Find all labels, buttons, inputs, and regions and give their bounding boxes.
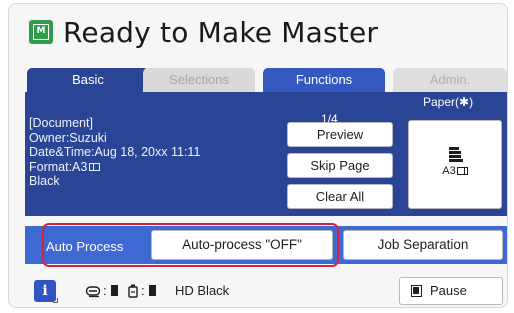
paper-orientation-icon bbox=[456, 167, 468, 175]
auto-process-button[interactable]: Auto-process "OFF" bbox=[151, 230, 333, 260]
document-owner: Owner:Suzuki bbox=[29, 130, 107, 145]
page-title: Ready to Make Master bbox=[63, 15, 379, 49]
basic-panel: [Document] Owner:Suzuki Date&Time:Aug 18… bbox=[25, 92, 507, 216]
info-corner-icon bbox=[53, 298, 58, 303]
clear-all-button[interactable]: Clear All bbox=[287, 184, 393, 209]
ink-color-icon bbox=[148, 285, 156, 296]
tab-functions[interactable]: Functions bbox=[263, 68, 385, 92]
tab-selections[interactable]: Selections bbox=[143, 68, 255, 92]
tab-admin[interactable]: Admin. bbox=[393, 68, 507, 92]
paper-size-row: A3 bbox=[409, 165, 501, 177]
paper-select-button[interactable]: A3 bbox=[408, 120, 502, 209]
drum-status: : bbox=[85, 283, 118, 298]
drum-icon bbox=[85, 285, 101, 297]
auto-process-label: Auto Process bbox=[46, 239, 124, 254]
pause-button[interactable]: Pause bbox=[399, 277, 503, 305]
paper-size: A3 bbox=[442, 165, 456, 177]
skip-page-button[interactable]: Skip Page bbox=[287, 153, 393, 178]
document-format-row: Format:A3 bbox=[29, 160, 200, 175]
tab-basic[interactable]: Basic bbox=[27, 68, 149, 92]
status-text: HD Black bbox=[175, 283, 230, 298]
document-color: Black bbox=[29, 174, 60, 188]
preview-button[interactable]: Preview bbox=[287, 122, 393, 147]
document-heading: [Document] bbox=[29, 116, 93, 130]
paper-label: Paper(✱) bbox=[423, 95, 474, 109]
pause-icon bbox=[411, 285, 422, 297]
job-separation-button[interactable]: Job Separation bbox=[343, 230, 503, 260]
ink-status: : bbox=[127, 283, 156, 298]
orientation-icon bbox=[89, 162, 101, 171]
control-panel-screen: M Ready to Make Master Basic Selections … bbox=[8, 3, 508, 308]
ink-icon bbox=[128, 284, 138, 298]
paper-tray-icon bbox=[449, 147, 463, 162]
pause-label: Pause bbox=[430, 283, 467, 298]
document-info: [Document] Owner:Suzuki Date&Time:Aug 18… bbox=[29, 116, 200, 189]
drum-color-icon bbox=[110, 285, 118, 296]
document-format: Format:A3 bbox=[29, 159, 88, 174]
master-icon: M bbox=[29, 20, 53, 44]
title-bar: M Ready to Make Master bbox=[29, 14, 378, 50]
document-datetime: Date&Time:Aug 18, 20xx 11:11 bbox=[29, 145, 201, 159]
